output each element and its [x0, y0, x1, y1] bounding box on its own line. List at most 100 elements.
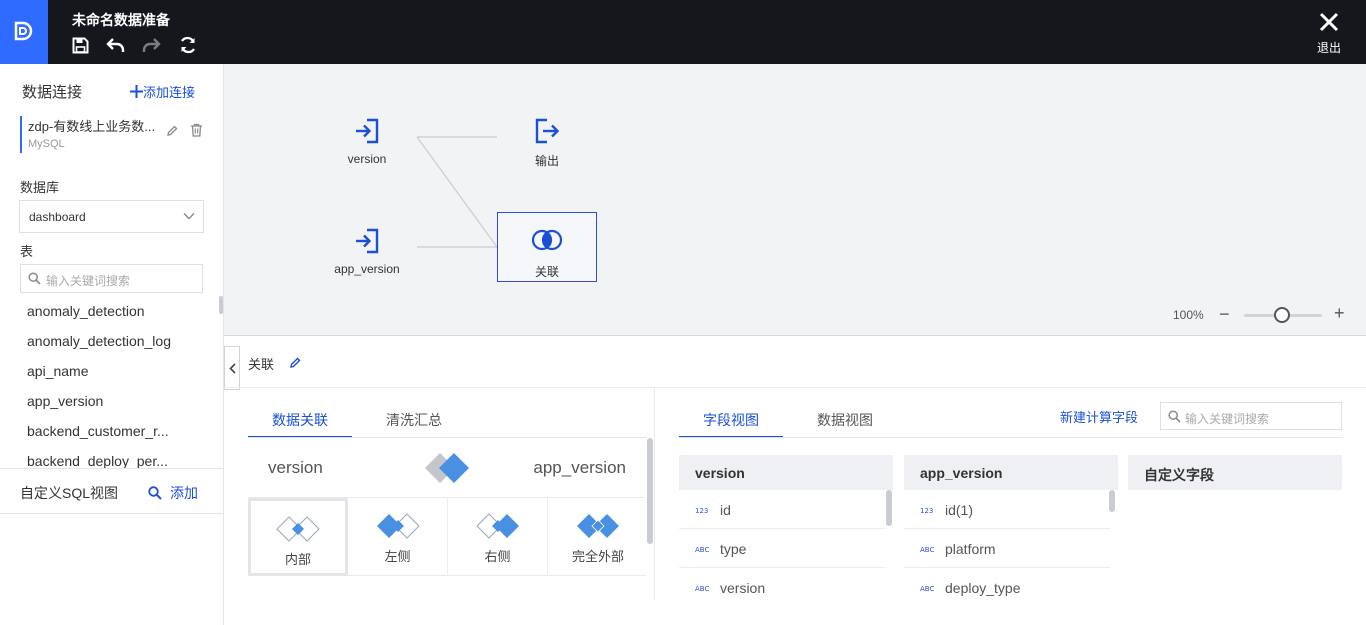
table-item[interactable]: anomaly_detection [0, 296, 205, 326]
join-icon [531, 229, 563, 251]
table-search-input[interactable]: 输入关键词搜索 [20, 264, 203, 293]
exit-button[interactable]: 退出 [1314, 12, 1344, 56]
field-column-scrollbar[interactable] [886, 490, 892, 526]
field-row[interactable]: 123 id [679, 490, 885, 529]
field-row[interactable]: 123 id(1) [904, 490, 1110, 529]
field-column-custom: 自定义字段 [1128, 455, 1342, 490]
field-search-input[interactable]: 输入关键词搜索 [1160, 402, 1342, 430]
panel-split-divider [654, 388, 655, 600]
join-full-outer-label: 完全外部 [571, 549, 624, 564]
table-search-placeholder: 输入关键词搜索 [46, 274, 131, 288]
join-full-outer[interactable]: 完全外部 [548, 498, 648, 576]
connection-item[interactable]: zdp-有数线上业务数... MySQL [20, 116, 210, 153]
close-icon [1319, 12, 1339, 32]
field-column-version: version 123 id ABC type ABC version [679, 455, 893, 607]
text-type-icon: ABC [695, 546, 710, 554]
join-left-label: 左侧 [384, 549, 411, 564]
collapse-sidebar-button[interactable] [224, 346, 240, 390]
node-label: app_version [334, 262, 400, 276]
top-bar: 未命名数据准备 退出 [0, 0, 1366, 64]
delete-connection-icon[interactable] [190, 123, 203, 142]
table-item[interactable]: backend_customer_r... [0, 416, 205, 446]
join-header: version app_version [248, 438, 644, 498]
output-icon [535, 118, 560, 144]
edit-connection-icon[interactable] [166, 124, 178, 142]
chevron-down-icon [183, 213, 195, 220]
node-label: version [347, 152, 387, 166]
tab-clean-summary[interactable]: 清洗汇总 [364, 388, 464, 438]
add-connection-button[interactable]: 添加连接 [130, 82, 195, 101]
number-type-icon: 123 [920, 507, 934, 515]
sql-view-row: 自定义SQL视图 添加 [0, 468, 223, 514]
search-icon [1168, 410, 1181, 423]
tab-data-view[interactable]: 数据视图 [795, 388, 895, 438]
logo-icon [14, 21, 33, 41]
exit-label: 退出 [1316, 41, 1341, 55]
field-name: type [720, 541, 747, 557]
table-item[interactable]: backend_deploy_per... [0, 446, 205, 468]
table-label: 表 [20, 244, 34, 259]
table-list-scrollbar[interactable] [219, 296, 223, 314]
join-right-table: app_version [533, 458, 626, 477]
table-item[interactable]: api_name [0, 356, 205, 386]
refresh-icon[interactable] [177, 35, 199, 55]
field-row[interactable]: ABC version [679, 568, 885, 607]
add-sql-view-button[interactable]: 添加 [148, 483, 198, 503]
field-column-app-version: app_version 123 id(1) ABC platform ABC depl… [904, 455, 1118, 607]
add-sql-view-label: 添加 [170, 485, 198, 501]
field-column-scrollbar[interactable] [1109, 490, 1115, 512]
new-calculated-field-button[interactable]: 新建计算字段 [1060, 407, 1138, 426]
sidebar: 数据连接 添加连接 zdp-有数线上业务数... MySQL 数据库 dashb… [0, 64, 224, 625]
sql-view-label: 自定义SQL视图 [20, 485, 119, 501]
tab-data-join[interactable]: 数据关联 [248, 388, 352, 438]
sidebar-title: 数据连接 [22, 84, 83, 101]
add-connection-label: 添加连接 [143, 85, 196, 100]
input-icon [356, 118, 379, 144]
table-item[interactable]: anomaly_detection_log [0, 326, 205, 356]
text-type-icon: ABC [920, 585, 935, 593]
field-search-placeholder: 输入关键词搜索 [1185, 412, 1270, 426]
tab-field-view[interactable]: 字段视图 [679, 388, 783, 438]
join-right-label: 右侧 [484, 549, 511, 564]
text-type-icon: ABC [695, 585, 710, 593]
edit-title-icon[interactable] [289, 356, 301, 374]
node-label: 输出 [534, 154, 559, 168]
tab-underline [679, 437, 1342, 438]
text-type-icon: ABC [920, 546, 935, 554]
number-type-icon: 123 [695, 507, 709, 515]
document-title: 未命名数据准备 [72, 12, 170, 28]
app-logo [0, 0, 48, 64]
join-left-table: version [268, 458, 323, 477]
field-name: platform [945, 541, 996, 557]
chevron-left-icon [228, 362, 236, 374]
join-type-selector: 内部 左侧 右侧 完全外部 [248, 498, 646, 576]
node-join[interactable]: 关联 [497, 212, 597, 282]
redo-icon[interactable] [140, 35, 162, 55]
join-panel-scrollbar[interactable] [647, 438, 653, 544]
field-column-title: app_version [904, 455, 1118, 490]
connection-type: MySQL [28, 138, 65, 150]
node-output[interactable]: 输出 [497, 102, 597, 172]
flow-canvas[interactable]: version 输出 app_version 关联 100% − + [224, 64, 1366, 336]
input-icon [356, 228, 379, 254]
field-row[interactable]: ABC deploy_type [904, 568, 1110, 607]
field-row[interactable]: ABC type [679, 529, 885, 568]
table-item[interactable]: app_version [0, 386, 205, 416]
database-select[interactable]: dashboard [19, 200, 204, 233]
field-row[interactable]: ABC platform [904, 529, 1110, 568]
join-inner-label: 内部 [284, 552, 311, 567]
join-left[interactable]: 左侧 [348, 498, 448, 576]
zoom-in-button[interactable]: + [1334, 303, 1345, 324]
undo-icon[interactable] [104, 35, 126, 55]
zoom-out-button[interactable]: − [1219, 304, 1230, 325]
field-name: version [720, 580, 766, 596]
field-column-title: 自定义字段 [1128, 455, 1342, 490]
save-icon[interactable] [69, 35, 91, 55]
node-app-version[interactable]: app_version [317, 212, 417, 282]
search-icon [148, 486, 162, 500]
node-version[interactable]: version [317, 102, 417, 172]
join-inner[interactable]: 内部 [248, 498, 348, 576]
zoom-slider-thumb[interactable] [1274, 307, 1290, 323]
zoom-level: 100% [1173, 308, 1204, 322]
join-right[interactable]: 右侧 [448, 498, 548, 576]
